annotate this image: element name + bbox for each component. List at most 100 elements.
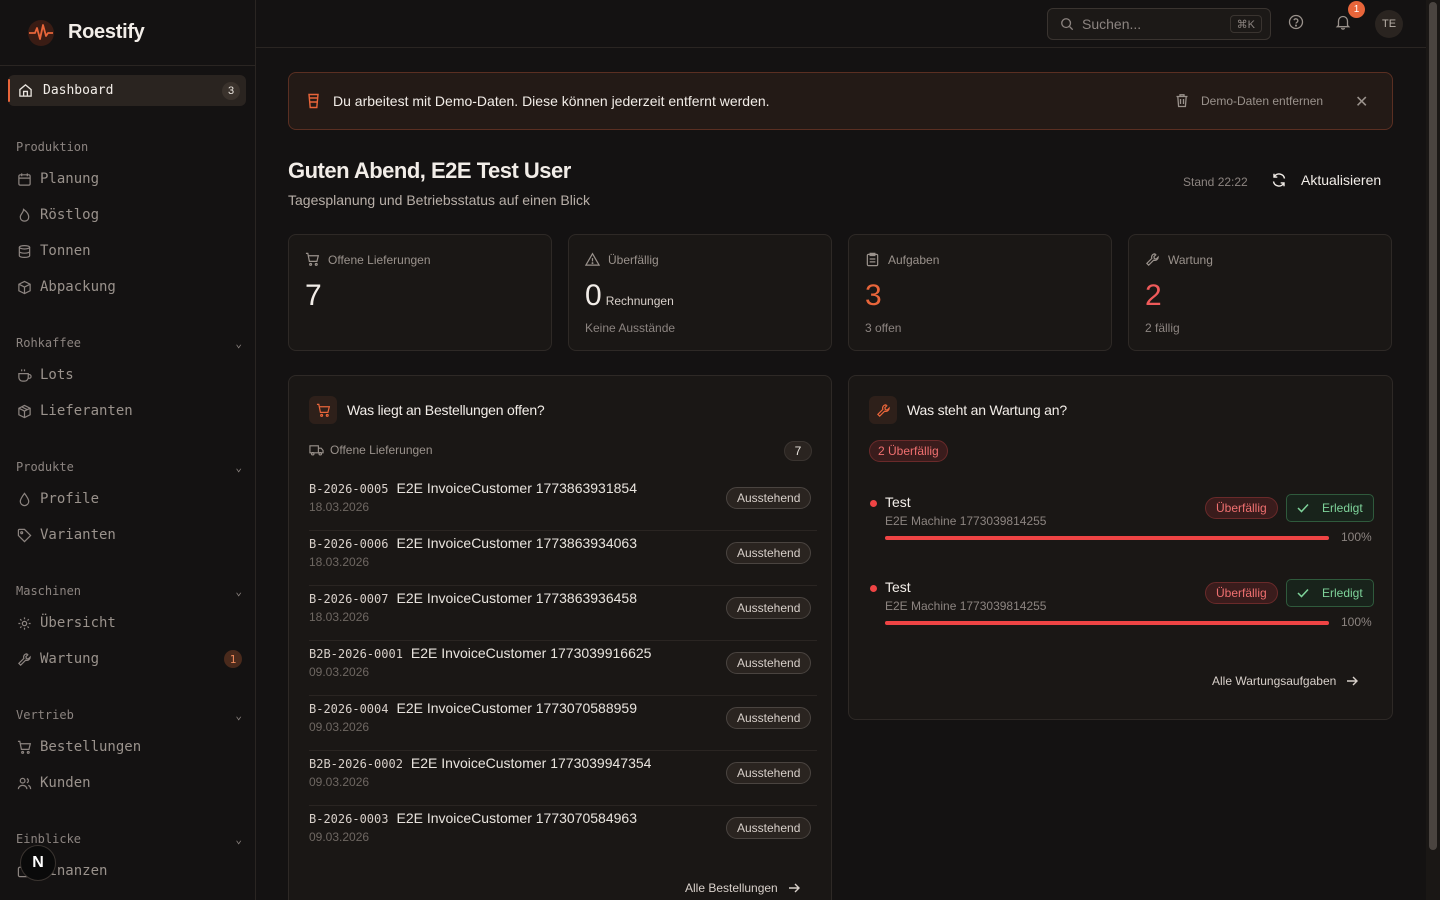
page-subtitle: Tagesplanung und Betriebsstatus auf eine…: [288, 192, 590, 208]
maintenance-item-title: Test: [885, 494, 911, 510]
check-icon: [1297, 503, 1309, 513]
chevron-down-icon: ⌄: [235, 460, 242, 474]
status-badge: Überfällig: [1205, 582, 1278, 604]
help-icon[interactable]: [1288, 14, 1308, 34]
order-row[interactable]: B-2026-0004 E2E InvoiceCustomer 177307058…: [309, 696, 817, 751]
wrench-icon: [869, 396, 897, 424]
mark-done-button[interactable]: Erledigt: [1286, 494, 1374, 522]
stat-label: Offene Lieferungen: [328, 252, 431, 267]
section-title: Rohkaffee: [16, 336, 82, 350]
sidebar-item-bestellungen[interactable]: Bestellungen: [16, 735, 246, 759]
next-dev-button[interactable]: N: [20, 845, 56, 881]
order-customer: E2E InvoiceCustomer 1773070584963: [396, 810, 637, 826]
order-code: B-2026-0003: [309, 812, 389, 826]
cart-icon: [309, 396, 337, 424]
arrow-right-icon: [1347, 676, 1359, 686]
stat-card-deliveries[interactable]: Offene Lieferungen 7: [288, 234, 552, 351]
close-icon[interactable]: ✕: [1355, 92, 1368, 112]
all-maintenance-link[interactable]: Alle Wartungsaufgaben: [1212, 674, 1359, 688]
stat-label: Aufgaben: [888, 252, 940, 267]
calendar-icon: [16, 171, 32, 187]
sidebar-item-wartung[interactable]: Wartung 1: [16, 647, 246, 671]
trash-icon: [1176, 94, 1188, 108]
stat-footer: Keine Ausstände: [585, 321, 676, 335]
sidebar-item-label: Kunden: [40, 775, 91, 791]
arrow-right-icon: [788, 883, 800, 893]
order-date: 09.03.2026: [309, 720, 370, 734]
maintenance-title: Was steht an Wartung an?: [907, 402, 1067, 418]
sidebar-item-varianten[interactable]: Varianten: [16, 523, 246, 547]
chevron-down-icon: ⌄: [235, 336, 242, 350]
brand[interactable]: Roestify: [0, 0, 255, 66]
order-code: B-2026-0006: [309, 537, 389, 551]
order-row[interactable]: B-2026-0007 E2E InvoiceCustomer 177386393…: [309, 586, 817, 641]
progress-fill: [885, 536, 1329, 540]
order-code: B-2026-0005: [309, 482, 389, 496]
topbar: Suchen... ⌘K 1 TE: [256, 0, 1426, 48]
order-customer: E2E InvoiceCustomer 1773070588959: [396, 700, 637, 716]
scrollbar-thumb[interactable]: [1429, 2, 1437, 850]
demo-banner: Du arbeitest mit Demo-Daten. Diese könne…: [288, 72, 1393, 130]
remove-demo-data-label: Demo-Daten entfernen: [1201, 93, 1324, 108]
order-row[interactable]: B-2026-0006 E2E InvoiceCustomer 177386393…: [309, 531, 817, 586]
section-vertrieb[interactable]: Vertrieb ⌄: [16, 708, 242, 722]
order-customer: E2E InvoiceCustomer 1773863936458: [396, 590, 637, 606]
stat-card-maintenance[interactable]: Wartung 2 2 fällig: [1128, 234, 1392, 351]
sidebar-item-roestlog[interactable]: Röstlog: [16, 203, 246, 227]
sidebar-item-abpackung[interactable]: Abpackung: [16, 275, 246, 299]
sidebar-item-label: Wartung: [40, 651, 100, 667]
app-name: Roestify: [68, 21, 145, 43]
mark-done-button[interactable]: Erledigt: [1286, 579, 1374, 607]
status-badge: Überfällig: [1205, 497, 1278, 519]
sidebar-item-profile[interactable]: Profile: [16, 487, 246, 511]
tag-icon: [16, 527, 32, 543]
stat-card-tasks[interactable]: Aufgaben 3 3 offen: [848, 234, 1112, 351]
section-produkte[interactable]: Produkte ⌄: [16, 460, 242, 474]
chevron-down-icon: ⌄: [235, 708, 242, 722]
search-placeholder: Suchen...: [1082, 16, 1142, 32]
stat-card-overdue[interactable]: Überfällig 0 Rechnungen Keine Ausstände: [568, 234, 832, 351]
warning-icon: [585, 252, 600, 266]
sidebar-item-tonnen[interactable]: Tonnen: [16, 239, 246, 263]
sidebar-item-lieferanten[interactable]: Lieferanten: [16, 399, 246, 423]
order-date: 18.03.2026: [309, 500, 370, 514]
orders-subtitle: Offene Lieferungen: [330, 443, 433, 457]
maintenance-item-title: Test: [885, 579, 911, 595]
order-row[interactable]: B-2026-0003 E2E InvoiceCustomer 177307058…: [309, 806, 817, 861]
sidebar-item-label: Lots: [40, 367, 74, 383]
progress-fill: [885, 621, 1329, 625]
section-einblicke[interactable]: Einblicke ⌄: [16, 832, 242, 846]
stat-footer: 2 fällig: [1145, 321, 1180, 335]
order-date: 09.03.2026: [309, 775, 370, 789]
refresh-button[interactable]: Aktualisieren: [1271, 172, 1381, 188]
wrench-icon: [16, 651, 32, 667]
dashboard-badge: 3: [222, 82, 240, 100]
remove-demo-data-button[interactable]: Demo-Daten entfernen: [1175, 93, 1323, 108]
section-maschinen[interactable]: Maschinen ⌄: [16, 584, 242, 598]
progress-bar: [885, 536, 1329, 540]
sidebar-item-label: Röstlog: [40, 207, 100, 223]
stat-value: 7: [305, 279, 322, 312]
search-input[interactable]: Suchen... ⌘K: [1047, 8, 1271, 40]
section-title: Vertrieb: [16, 708, 74, 722]
all-orders-label: Alle Bestellungen: [685, 881, 778, 895]
sidebar-item-lots[interactable]: Lots: [16, 363, 246, 387]
sidebar-item-kunden[interactable]: Kunden: [16, 771, 246, 795]
chevron-down-icon: ⌄: [235, 832, 242, 846]
section-produktion: Produktion: [16, 140, 242, 154]
notification-badge: 1: [1348, 1, 1365, 18]
order-row[interactable]: B-2026-0005 E2E InvoiceCustomer 177386393…: [309, 476, 817, 531]
order-row[interactable]: B2B-2026-0001 E2E InvoiceCustomer 1773039…: [309, 641, 817, 696]
all-orders-link[interactable]: Alle Bestellungen: [685, 881, 800, 895]
avatar[interactable]: TE: [1375, 10, 1403, 38]
order-row[interactable]: B2B-2026-0002 E2E InvoiceCustomer 1773039…: [309, 751, 817, 806]
section-rohkaffee[interactable]: Rohkaffee ⌄: [16, 336, 242, 350]
stat-label: Überfällig: [608, 252, 659, 267]
stat-label: Wartung: [1168, 252, 1213, 267]
sidebar-item-planung[interactable]: Planung: [16, 167, 246, 191]
check-icon: [1297, 588, 1309, 598]
cart-icon: [305, 252, 320, 266]
sidebar-item-uebersicht[interactable]: Übersicht: [16, 611, 246, 635]
sidebar-item-dashboard[interactable]: Dashboard 3: [8, 75, 246, 106]
status-badge: Ausstehend: [726, 707, 812, 729]
